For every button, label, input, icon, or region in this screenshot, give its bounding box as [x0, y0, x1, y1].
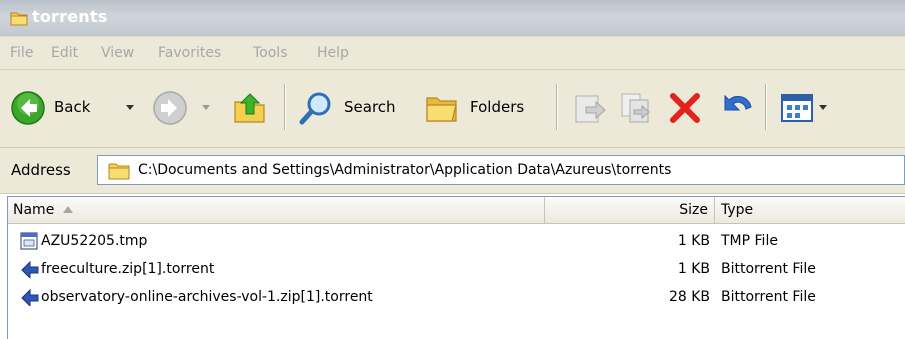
move-to-icon — [575, 95, 606, 123]
standard-toolbar: Back Search Folders — [0, 70, 905, 148]
folder-icon — [10, 12, 28, 26]
column-header-size[interactable]: Size — [545, 197, 715, 224]
file-list: Name Size Type AZU52205.tmp 1 KB TMP Fil… — [7, 196, 905, 339]
file-type: TMP File — [721, 233, 778, 249]
file-type: Bittorrent File — [721, 261, 816, 277]
toolbar-separator — [284, 84, 286, 130]
torrent-file-icon — [21, 260, 39, 278]
move-to-button[interactable] — [568, 84, 612, 132]
back-label: Back — [54, 98, 91, 116]
up-folder-button[interactable] — [228, 84, 272, 132]
column-header-name[interactable]: Name — [8, 197, 545, 224]
column-size-label: Size — [679, 202, 708, 218]
column-type-label: Type — [721, 202, 754, 218]
file-size: 1 KB — [677, 261, 710, 277]
tmp-file-icon — [20, 232, 38, 250]
search-icon — [299, 92, 331, 125]
forward-dropdown-icon[interactable] — [202, 105, 210, 110]
views-dropdown-icon[interactable] — [819, 105, 827, 110]
back-dropdown-icon[interactable] — [126, 105, 134, 110]
window-title: torrents — [32, 7, 108, 26]
search-button[interactable]: Search — [294, 84, 416, 132]
delete-button[interactable] — [663, 84, 707, 132]
folder-icon — [108, 163, 130, 180]
undo-button[interactable] — [713, 84, 757, 132]
menu-favorites[interactable]: Favorites — [158, 45, 221, 61]
address-path: C:\Documents and Settings\Administrator\… — [138, 162, 672, 178]
file-size: 28 KB — [668, 289, 710, 305]
column-header-type[interactable]: Type — [715, 197, 905, 224]
sort-ascending-icon — [63, 206, 73, 213]
up-folder-icon — [234, 93, 265, 123]
address-bar: Address C:\Documents and Settings\Admini… — [0, 148, 905, 194]
back-arrow-icon — [11, 91, 45, 125]
file-row[interactable]: AZU52205.tmp 1 KB TMP File — [8, 228, 905, 256]
views-button[interactable] — [775, 84, 835, 132]
menu-help[interactable]: Help — [317, 45, 349, 61]
file-row[interactable]: freeculture.zip[1].torrent 1 KB Bittorre… — [8, 256, 905, 284]
search-label: Search — [344, 98, 396, 116]
menu-bar: File Edit View Favorites Tools Help — [0, 36, 905, 70]
address-label: Address — [11, 161, 71, 179]
menu-file[interactable]: File — [10, 45, 33, 61]
file-name: AZU52205.tmp — [41, 233, 148, 249]
torrent-file-icon — [21, 288, 39, 306]
menu-edit[interactable]: Edit — [51, 45, 78, 61]
menu-tools[interactable]: Tools — [253, 45, 288, 61]
folders-icon — [426, 97, 457, 122]
address-field[interactable]: C:\Documents and Settings\Administrator\… — [97, 155, 905, 185]
menu-view[interactable]: View — [101, 45, 134, 61]
back-button[interactable]: Back — [6, 84, 144, 132]
copy-to-icon — [621, 93, 650, 123]
title-bar[interactable]: torrents — [0, 0, 905, 36]
forward-arrow-icon — [153, 91, 187, 125]
views-icon — [781, 94, 813, 122]
file-row[interactable]: observatory-online-archives-vol-1.zip[1]… — [8, 284, 905, 312]
file-name: freeculture.zip[1].torrent — [41, 261, 215, 277]
folders-label: Folders — [470, 98, 525, 116]
forward-button[interactable] — [148, 84, 218, 132]
toolbar-separator — [556, 84, 558, 130]
file-type: Bittorrent File — [721, 289, 816, 305]
folders-button[interactable]: Folders — [420, 84, 546, 132]
delete-x-icon — [670, 93, 700, 123]
toolbar-separator — [765, 84, 767, 130]
file-size: 1 KB — [677, 233, 710, 249]
column-name-label: Name — [13, 202, 55, 218]
file-name: observatory-online-archives-vol-1.zip[1]… — [41, 289, 373, 305]
undo-arrow-icon — [724, 94, 752, 111]
copy-to-button[interactable] — [614, 84, 658, 132]
